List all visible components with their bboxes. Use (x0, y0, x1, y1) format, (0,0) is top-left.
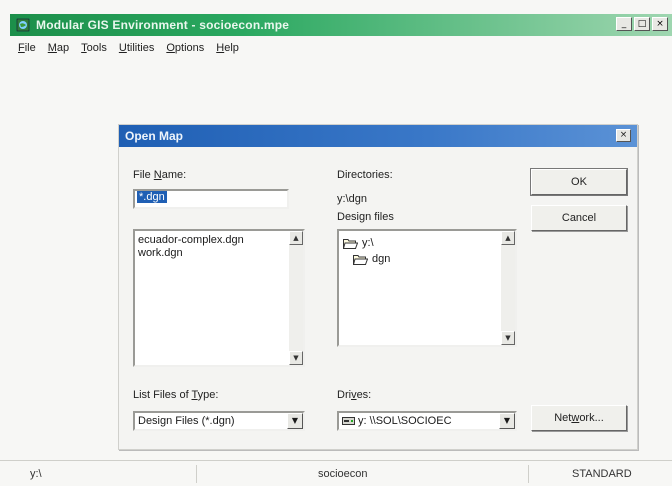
network-drive-icon (342, 416, 355, 425)
file-type-value: Design Files (*.dgn) (138, 415, 235, 427)
status-mode: STANDARD (572, 468, 632, 480)
dir-item-root[interactable]: y:\ (343, 235, 515, 251)
network-button[interactable]: Net w ork... (531, 405, 627, 431)
list-item[interactable]: work.dgn (135, 247, 303, 260)
menu-options[interactable]: Options (166, 42, 204, 54)
dir-item-dgn[interactable]: dgn (343, 251, 515, 267)
ok-button[interactable]: OK (530, 168, 628, 196)
open-folder-icon (343, 238, 358, 249)
dialog-titlebar[interactable]: Open Map × (119, 125, 637, 147)
menu-help[interactable]: Help (216, 42, 239, 54)
menu-file[interactable]: File (18, 42, 36, 54)
app-title: Modular GIS Environment - socioecon.mpe (36, 18, 290, 32)
menubar: File Map Tools Utilities Options Help (10, 38, 672, 58)
app-globe-icon (16, 18, 30, 32)
chevron-down-icon[interactable]: ▼ (499, 413, 515, 429)
scroll-up-icon[interactable]: ▲ (289, 231, 303, 245)
drive-select[interactable]: y: \\SOL\SOCIOEC ▼ (337, 411, 517, 431)
directory-scrollbar[interactable]: ▲ ▼ (501, 231, 515, 345)
dialog-close-button[interactable]: × (616, 129, 631, 142)
app-titlebar[interactable]: Modular GIS Environment - socioecon.mpe … (10, 14, 672, 36)
scroll-down-icon[interactable]: ▼ (289, 351, 303, 365)
file-type-select[interactable]: Design Files (*.dgn) ▼ (133, 411, 305, 431)
file-name-input[interactable]: *.dgn (133, 189, 289, 209)
design-files-label: Design files (337, 211, 394, 223)
maximize-button[interactable]: □ (634, 17, 650, 31)
directory-tree[interactable]: y:\ dgn ▲ ▼ (337, 229, 517, 347)
status-bar: y:\ socioecon STANDARD (0, 460, 672, 486)
directories-label: Directories: (337, 169, 393, 181)
chevron-down-icon[interactable]: ▼ (287, 413, 303, 429)
current-path: y:\dgn (337, 193, 367, 205)
status-divider (528, 465, 529, 483)
file-name-value: *.dgn (137, 191, 167, 203)
scroll-down-icon[interactable]: ▼ (501, 331, 515, 345)
open-map-dialog: Open Map × File Name: *.dgn ecuador-comp… (118, 124, 638, 450)
menu-utilities[interactable]: Utilities (119, 42, 154, 54)
list-item[interactable]: ecuador-complex.dgn (135, 234, 303, 247)
drive-value: y: \\SOL\SOCIOEC (358, 415, 452, 427)
drives-label: Drives: (337, 389, 372, 401)
menu-map[interactable]: Map (48, 42, 69, 54)
status-divider (196, 465, 197, 483)
menu-tools[interactable]: Tools (81, 42, 107, 54)
list-type-label: List Files of Type: (133, 389, 219, 401)
status-path: y:\ (30, 468, 42, 480)
file-name-label: File Name: (133, 169, 187, 181)
cancel-button[interactable]: Cancel (531, 205, 627, 231)
close-button[interactable]: × (652, 17, 668, 31)
scroll-up-icon[interactable]: ▲ (501, 231, 515, 245)
open-folder-icon (353, 254, 368, 265)
minimize-button[interactable]: _ (616, 17, 632, 31)
file-list[interactable]: ecuador-complex.dgn work.dgn ▲ ▼ (133, 229, 305, 367)
status-project: socioecon (318, 468, 368, 480)
file-list-scrollbar[interactable]: ▲ ▼ (289, 231, 303, 365)
dialog-title: Open Map (125, 129, 184, 143)
